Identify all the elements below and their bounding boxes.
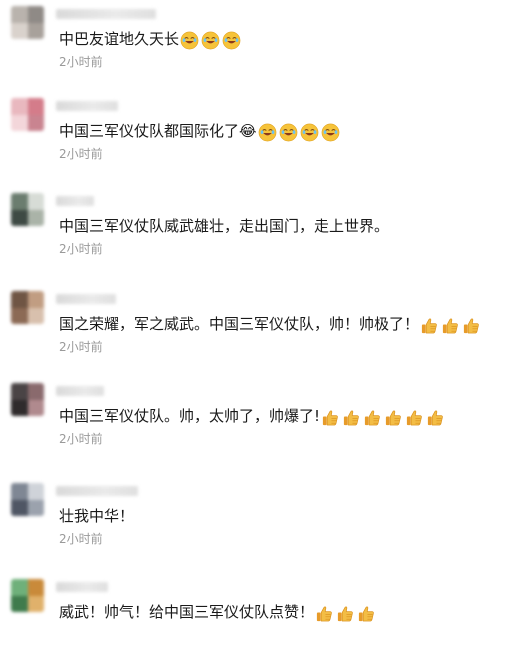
comment-item: 中巴友谊地久天长 2小时前 bbox=[0, 6, 521, 96]
comment-time: 2小时前 bbox=[59, 242, 103, 256]
avatar[interactable] bbox=[11, 579, 44, 612]
comment-item: 中国三军仪仗队威武雄壮，走出国门，走上世界。 2小时前 bbox=[0, 193, 521, 283]
thumbs-up-emoji bbox=[426, 408, 445, 427]
comment-text: 中国三军仪仗队威武雄壮，走出国门，走上世界。 bbox=[59, 215, 389, 237]
comment-item: 壮我中华！ 2小时前 bbox=[0, 483, 521, 573]
username-blurred[interactable] bbox=[56, 101, 118, 111]
laughing-emoji bbox=[201, 31, 220, 50]
username-blurred[interactable] bbox=[56, 196, 94, 206]
thumbs-up-emoji bbox=[462, 316, 481, 335]
comment-item: 国之荣耀，军之威武。中国三军仪仗队，帅！帅极了！ 2小时前 bbox=[0, 291, 521, 381]
comment-text-content: 中国三军仪仗队威武雄壮，走出国门，走上世界。 bbox=[59, 217, 390, 235]
thumbs-up-emoji bbox=[336, 604, 355, 623]
emoji-group bbox=[315, 604, 378, 626]
thumbs-up-emoji bbox=[363, 408, 382, 427]
comment-time: 2小时前 bbox=[59, 532, 103, 546]
laughing-emoji bbox=[180, 31, 199, 50]
thumbs-up-emoji bbox=[405, 408, 424, 427]
thumbs-up-emoji bbox=[420, 316, 439, 335]
comment-text: 国之荣耀，军之威武。中国三军仪仗队，帅！帅极了！ bbox=[59, 313, 483, 338]
comment-text: 威武！帅气！给中国三军仪仗队点赞！ bbox=[59, 601, 378, 626]
comment-item: 威武！帅气！给中国三军仪仗队点赞！ bbox=[0, 579, 521, 669]
comment-text: 中国三军仪仗队。帅，太帅了，帅爆了! bbox=[59, 405, 447, 430]
username-blurred[interactable] bbox=[56, 9, 156, 19]
username-blurred[interactable] bbox=[56, 582, 108, 592]
comment-text: 中国三军仪仗队都国际化了😂 bbox=[59, 120, 342, 145]
thumbs-up-emoji bbox=[321, 408, 340, 427]
avatar[interactable] bbox=[11, 483, 44, 516]
laughing-emoji bbox=[321, 123, 340, 142]
comment-text: 壮我中华！ bbox=[59, 505, 134, 527]
thumbs-up-emoji bbox=[342, 408, 361, 427]
laughing-emoji bbox=[300, 123, 319, 142]
comment-text-content: 威武！帅气！给中国三军仪仗队点赞！ bbox=[59, 603, 315, 621]
laughing-emoji bbox=[279, 123, 298, 142]
laughing-emoji bbox=[258, 123, 277, 142]
avatar[interactable] bbox=[11, 383, 44, 416]
comment-item: 中国三军仪仗队都国际化了😂 2小时前 bbox=[0, 98, 521, 188]
emoji-group bbox=[321, 408, 447, 430]
comment-time: 2小时前 bbox=[59, 55, 103, 69]
avatar[interactable] bbox=[11, 193, 44, 226]
avatar[interactable] bbox=[11, 6, 44, 39]
username-blurred[interactable] bbox=[56, 486, 138, 496]
emoji-group bbox=[258, 123, 342, 145]
comment-text-content: 中巴友谊地久天长 bbox=[59, 30, 180, 48]
emoji-group bbox=[420, 316, 483, 338]
comment-time: 2小时前 bbox=[59, 340, 103, 354]
avatar[interactable] bbox=[11, 291, 44, 324]
comment-text-content: 中国三军仪仗队都国际化了😂 bbox=[59, 122, 257, 140]
username-blurred[interactable] bbox=[56, 294, 116, 304]
comment-text: 中巴友谊地久天长 bbox=[59, 28, 243, 53]
avatar[interactable] bbox=[11, 98, 44, 131]
comment-item: 中国三军仪仗队。帅，太帅了，帅爆了! 2小时前 bbox=[0, 383, 521, 473]
comment-text-content: 中国三军仪仗队。帅，太帅了，帅爆了! bbox=[59, 407, 321, 425]
thumbs-up-emoji bbox=[357, 604, 376, 623]
thumbs-up-emoji bbox=[441, 316, 460, 335]
username-blurred[interactable] bbox=[56, 386, 104, 396]
comment-text-content: 国之荣耀，军之威武。中国三军仪仗队，帅！帅极了！ bbox=[59, 315, 420, 333]
emoji-group bbox=[180, 31, 243, 53]
comment-text-content: 壮我中华！ bbox=[59, 507, 135, 525]
laughing-emoji bbox=[222, 31, 241, 50]
thumbs-up-emoji bbox=[384, 408, 403, 427]
comment-time: 2小时前 bbox=[59, 147, 103, 161]
thumbs-up-emoji bbox=[315, 604, 334, 623]
comment-time: 2小时前 bbox=[59, 432, 103, 446]
